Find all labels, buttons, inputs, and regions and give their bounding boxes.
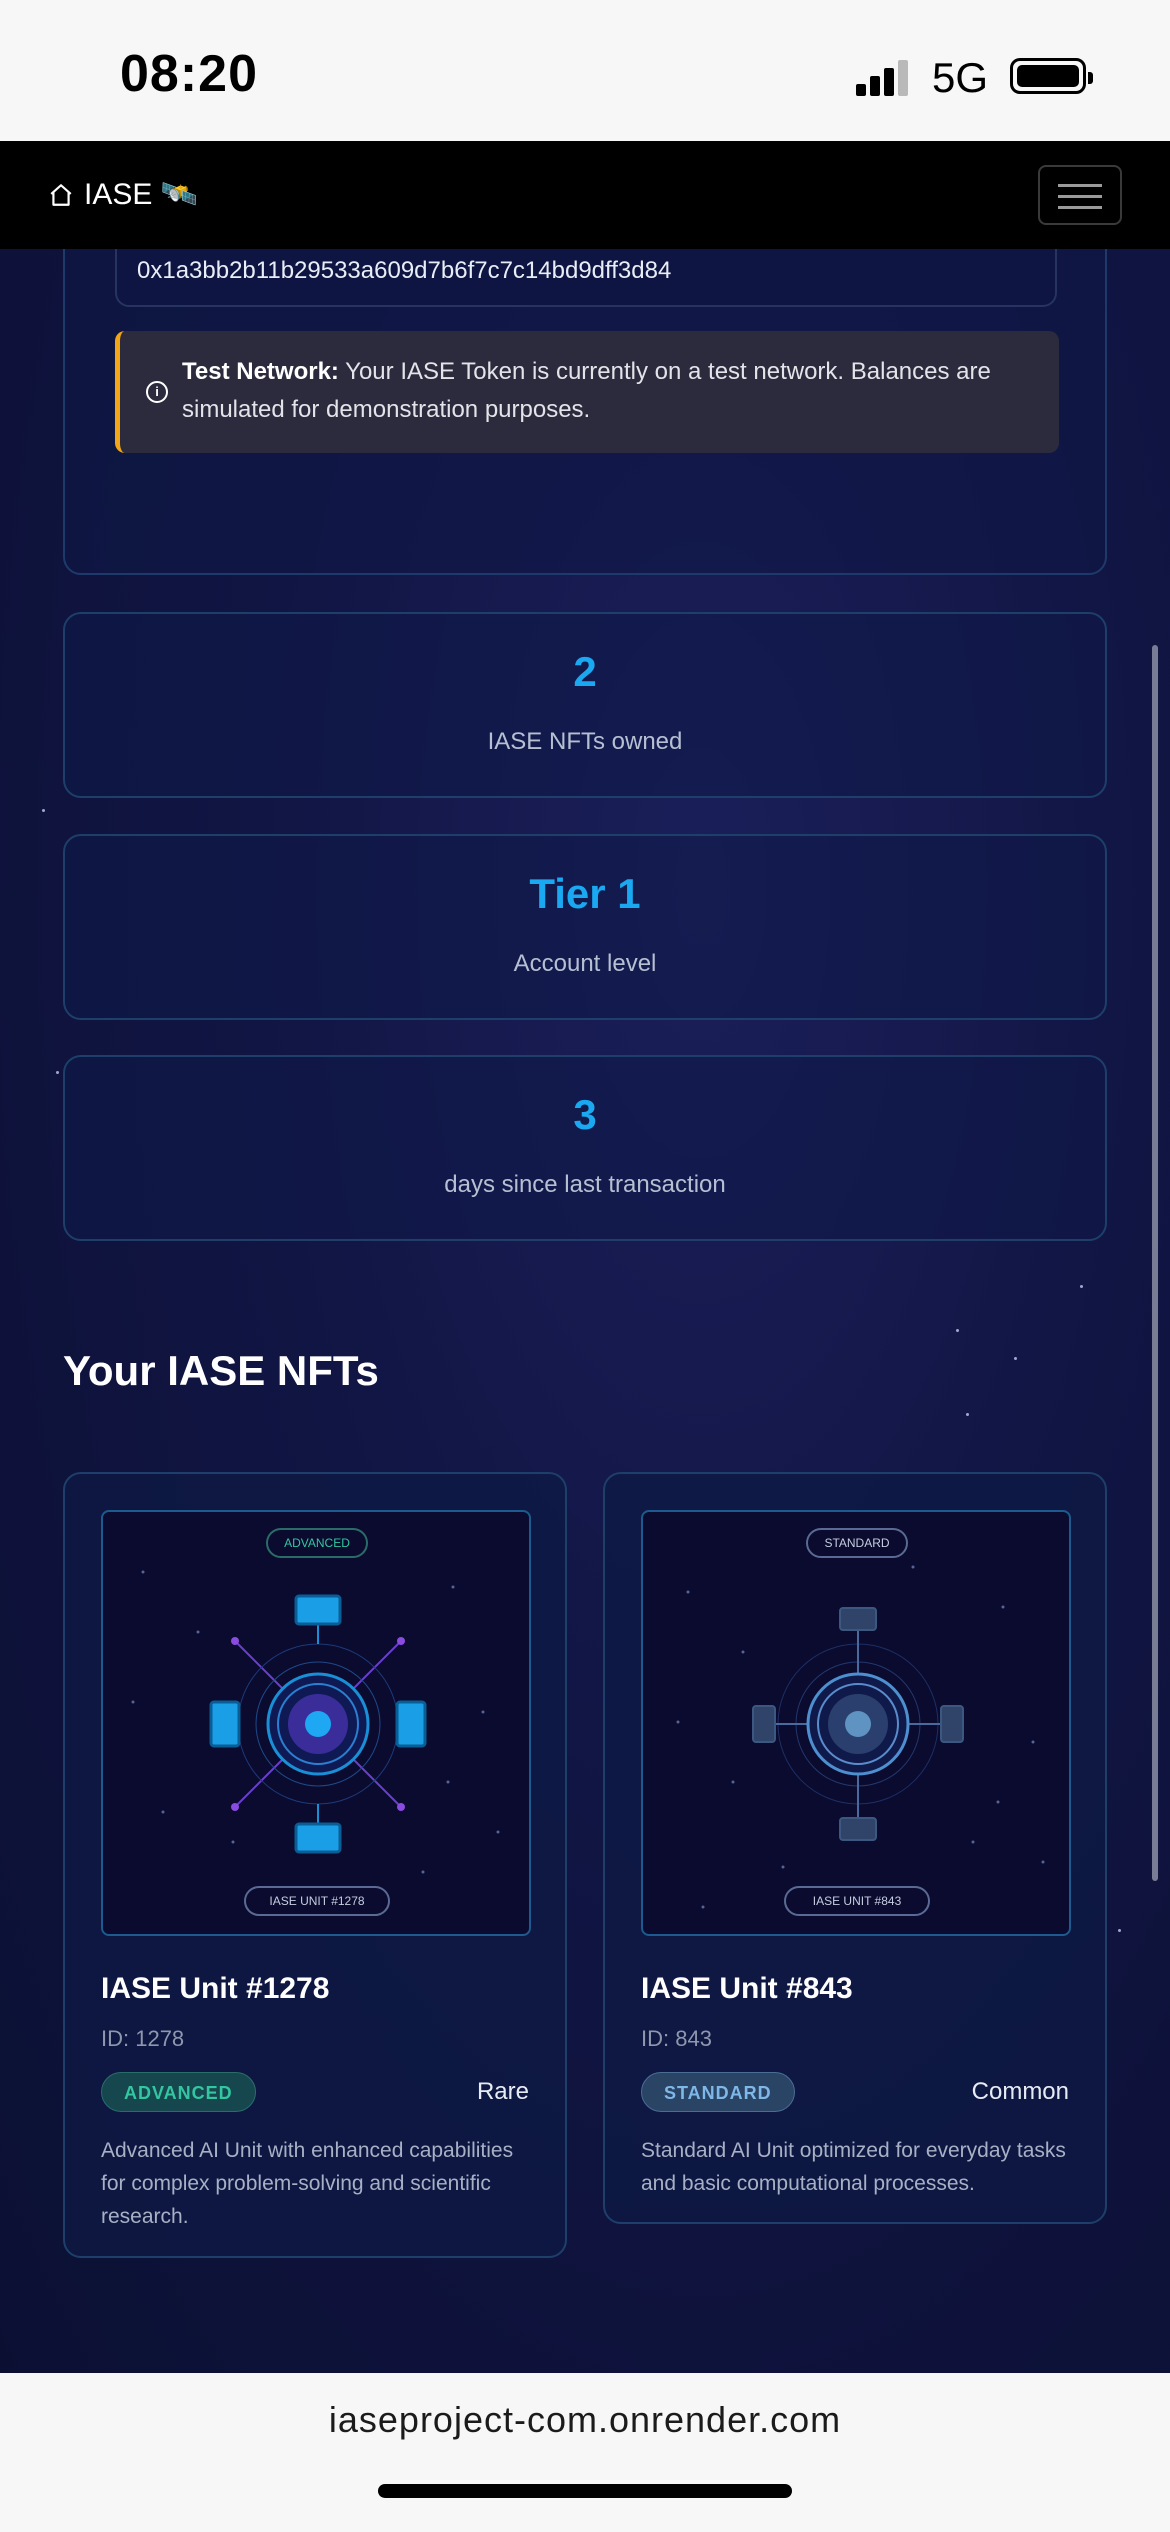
brand-label: IASE 🛰️ (84, 178, 199, 211)
nft-image-1278: ADVANCED IASE UNIT #1278 (101, 1510, 531, 1936)
test-network-alert: i Test Network: Your IASE Token is curre… (115, 331, 1059, 453)
image-bottom-label: IASE UNIT #843 (813, 1894, 902, 1908)
url-text[interactable]: iaseproject-com.onrender.com (0, 2399, 1170, 2441)
nft-name: IASE Unit #843 (641, 1972, 853, 2005)
scrollbar[interactable] (1152, 645, 1158, 1881)
home-icon (50, 183, 72, 206)
stat-label: days since last transaction (444, 1171, 726, 1198)
stat-value: 2 (573, 648, 597, 695)
nft-description: Standard AI Unit optimized for everyday … (641, 2139, 1066, 2195)
home-indicator[interactable] (378, 2484, 792, 2498)
nft-tier-badge: ADVANCED (101, 2072, 256, 2112)
nft-rarity: Common (971, 2078, 1069, 2105)
nft-image-843: STANDARD IASE UNIT #843 (641, 1510, 1071, 1936)
nft-card-1278[interactable]: ADVANCED IASE UNIT #1278 IASE Unit #1278… (63, 1472, 567, 2258)
nft-rarity: Rare (476, 2078, 529, 2105)
wallet-address-box[interactable]: 0x1a3bb2b11b29533a609d7b6f7c7c14bd9dff3d… (115, 249, 1057, 307)
stat-label: Account level (513, 950, 657, 977)
image-top-label: STANDARD (824, 1536, 889, 1550)
alert-title: Test Network: (182, 358, 339, 385)
nft-section-title: Your IASE NFTs (63, 1347, 379, 1394)
image-top-label: ADVANCED (284, 1536, 350, 1550)
alert-text: Test Network: Your IASE Token is current… (182, 353, 1032, 429)
status-bar: 08:20 5G (0, 0, 1170, 141)
stat-label: IASE NFTs owned (487, 728, 683, 755)
main-content: 0x1a3bb2b11b29533a609d7b6f7c7c14bd9dff3d… (0, 249, 1170, 2373)
browser-url-bar[interactable]: iaseproject-com.onrender.com (0, 2373, 1170, 2532)
nft-id: ID: 843 (641, 2026, 712, 2051)
status-time: 08:20 (120, 45, 258, 103)
stat-value: Tier 1 (529, 870, 641, 917)
nft-description: Advanced AI Unit with enhanced capabilit… (101, 2139, 514, 2228)
battery-icon (1010, 58, 1093, 94)
stat-value: 3 (573, 1091, 597, 1138)
navbar: IASE 🛰️ (0, 141, 1170, 249)
network-label: 5G (932, 54, 989, 101)
wallet-card: 0x1a3bb2b11b29533a609d7b6f7c7c14bd9dff3d… (63, 249, 1107, 575)
nft-id: ID: 1278 (101, 2026, 185, 2051)
brand-link[interactable]: IASE 🛰️ (48, 177, 198, 212)
ai-unit-illustration: STANDARD IASE UNIT #843 (676, 1528, 1045, 1916)
image-bottom-label: IASE UNIT #1278 (269, 1894, 364, 1908)
info-icon: i (146, 381, 168, 403)
nft-card-843[interactable]: STANDARD IASE UNIT #843 IASE Unit #843 I… (603, 1472, 1107, 2224)
nft-tier-badge: STANDARD (641, 2072, 795, 2112)
nft-name: IASE Unit #1278 (101, 1972, 330, 2005)
stat-card-nfts-owned: 2 IASE NFTs owned (63, 612, 1107, 798)
stat-card-last-transaction: 3 days since last transaction (63, 1055, 1107, 1241)
menu-toggle-button[interactable] (1038, 165, 1122, 225)
stat-card-account-level: Tier 1 Account level (63, 834, 1107, 1020)
wallet-address: 0x1a3bb2b11b29533a609d7b6f7c7c14bd9dff3d… (137, 257, 672, 284)
signal-icon (856, 58, 916, 96)
ai-unit-illustration: ADVANCED IASE UNIT #1278 (131, 1528, 500, 1916)
